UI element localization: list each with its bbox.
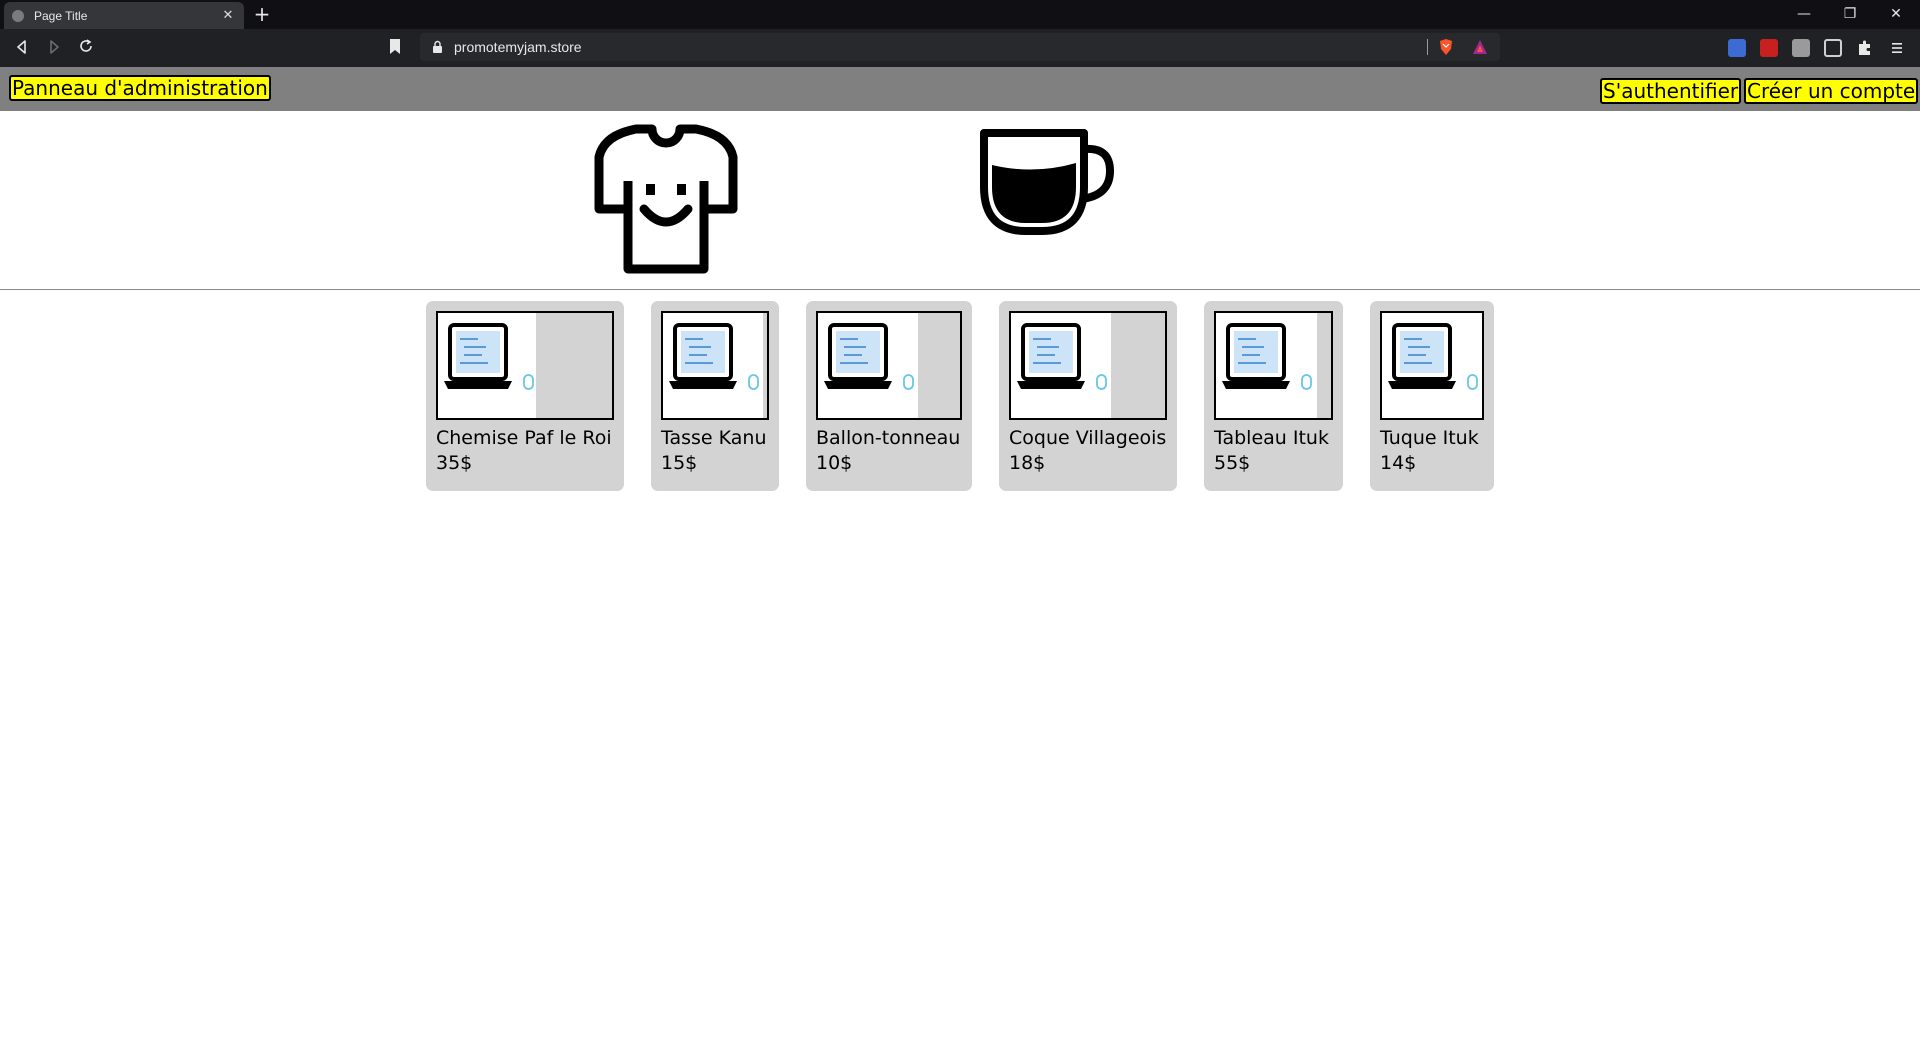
laptop-icon (824, 323, 914, 390)
login-button[interactable]: S'authentifier (1600, 78, 1742, 104)
laptop-icon (1388, 323, 1478, 390)
product-name: Tuque Ituk (1380, 427, 1479, 449)
brave-rewards-icon[interactable] (1472, 39, 1488, 55)
product-price: 55$ (1214, 452, 1251, 474)
minimize-button[interactable]: — (1781, 0, 1827, 29)
admin-panel-button[interactable]: Panneau d'administration (9, 75, 271, 101)
tab-close-icon[interactable]: ✕ (220, 8, 236, 23)
product-name: Coque Villageois (1009, 427, 1167, 449)
category-bar (0, 111, 1920, 289)
product-price: 15$ (661, 452, 698, 474)
new-tab-button[interactable]: + (250, 3, 274, 27)
product-thumbnail (1009, 311, 1167, 420)
product-thumbnail (1214, 311, 1333, 420)
back-icon[interactable] (11, 38, 33, 60)
product-thumbnail (436, 311, 614, 420)
browser-tab-strip: Page Title ✕ + — ❐ ✕ (0, 0, 1920, 29)
product-name: Tasse Kanu (661, 427, 767, 449)
reader-extension-icon[interactable] (1792, 39, 1810, 57)
product-name: Chemise Paf le Roi (436, 427, 612, 449)
browser-toolbar: promotemyjam.store (0, 29, 1920, 67)
laptop-icon (1017, 323, 1107, 390)
media-extension-icon[interactable] (1824, 39, 1842, 57)
product-name: Ballon-tonneau (816, 427, 961, 449)
bookmark-icon[interactable] (388, 38, 408, 60)
site-header: Panneau d'administration S'authentifier … (0, 67, 1920, 111)
url-text[interactable]: promotemyjam.store (454, 39, 582, 55)
window-close-button[interactable]: ✕ (1873, 0, 1919, 29)
product-thumbnail (661, 311, 769, 420)
product-card[interactable]: Ballon-tonneau 10$ (806, 301, 972, 491)
product-card[interactable]: Tableau Ituk 55$ (1204, 301, 1343, 491)
product-card[interactable]: Tuque Ituk 14$ (1370, 301, 1494, 491)
product-grid: Chemise Paf le Roi 35$ Tasse Kanu 15$ Ba… (0, 301, 1920, 491)
product-thumbnail (816, 311, 962, 420)
menu-icon[interactable] (1888, 39, 1906, 57)
laptop-icon (1222, 323, 1312, 390)
restore-button[interactable]: ❐ (1827, 0, 1873, 29)
laptop-icon (444, 323, 534, 390)
signup-button[interactable]: Créer un compte (1744, 78, 1919, 104)
product-card[interactable]: Coque Villageois 18$ (999, 301, 1177, 491)
tab-title: Page Title (34, 8, 88, 23)
product-price: 35$ (436, 452, 473, 474)
product-price: 10$ (816, 452, 853, 474)
product-card[interactable]: Tasse Kanu 15$ (651, 301, 779, 491)
reload-icon[interactable] (75, 38, 97, 60)
laptop-icon (669, 323, 759, 390)
browser-tab[interactable]: Page Title ✕ (4, 2, 244, 29)
coffee-cup-icon[interactable] (978, 127, 1116, 239)
forward-icon[interactable] (43, 38, 65, 60)
address-bar[interactable]: promotemyjam.store (420, 33, 1500, 61)
translate-extension-icon[interactable] (1728, 39, 1746, 57)
address-bar-divider (1427, 39, 1428, 55)
product-name: Tableau Ituk (1214, 427, 1329, 449)
globe-icon (12, 9, 24, 22)
tshirt-icon[interactable] (592, 121, 740, 276)
lock-icon (433, 40, 442, 53)
product-price: 18$ (1009, 452, 1046, 474)
product-price: 14$ (1380, 452, 1417, 474)
calendar-extension-icon[interactable] (1760, 39, 1778, 57)
puzzle-icon[interactable] (1856, 39, 1874, 57)
brave-shields-icon[interactable] (1438, 38, 1454, 56)
section-divider (0, 289, 1920, 290)
product-thumbnail (1380, 311, 1484, 420)
product-card[interactable]: Chemise Paf le Roi 35$ (426, 301, 624, 491)
